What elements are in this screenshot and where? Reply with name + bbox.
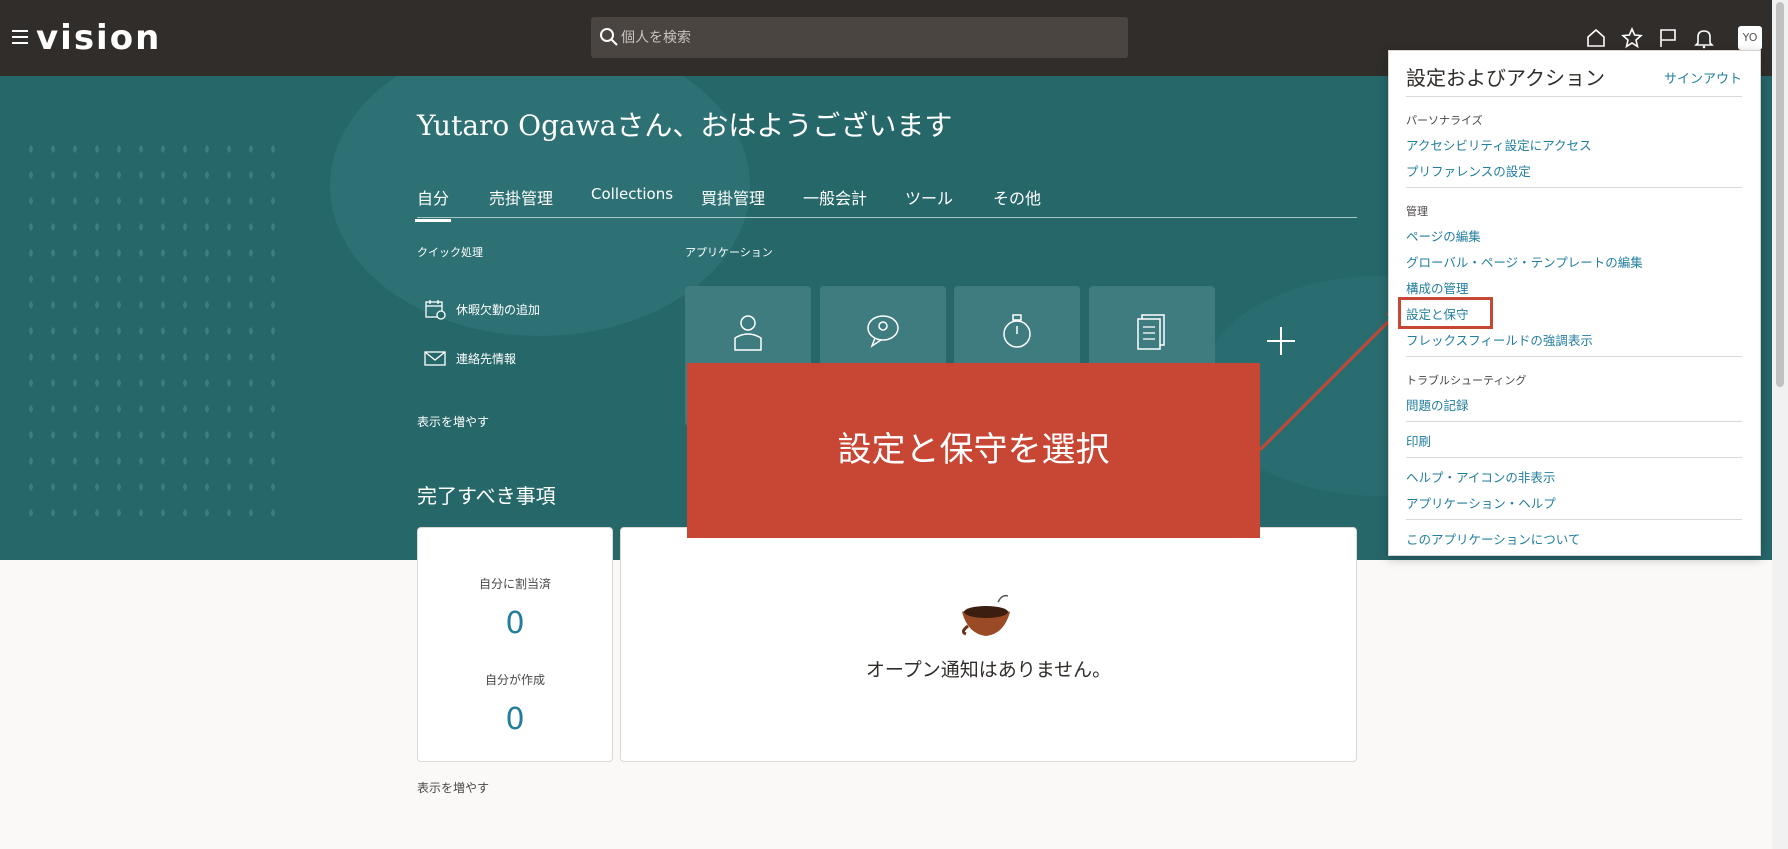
greeting-name: Yutaro Ogawa (417, 109, 617, 142)
quick-action-label: 休暇欠勤の追加 (456, 302, 541, 317)
link-highlight-flexfields[interactable]: フレックスフィールドの強調表示 (1406, 330, 1593, 349)
add-app-plus-icon[interactable] (1266, 326, 1296, 356)
search-bar[interactable] (591, 17, 1128, 58)
page-scrollbar[interactable] (1772, 0, 1788, 849)
no-notifications-text: オープン通知はありません。 (865, 659, 1112, 681)
assigned-count[interactable]: 0 (418, 606, 612, 641)
assigned-label: 自分に割当済 (478, 577, 551, 591)
todo-count-card: 自分に割当済 0 自分が作成 0 (417, 527, 613, 762)
bell-icon[interactable] (1693, 27, 1715, 49)
link-edit-page[interactable]: ページの編集 (1406, 226, 1481, 245)
user-avatar[interactable]: YO (1738, 26, 1762, 50)
document-icon (1137, 314, 1165, 350)
troubleshoot-section-label: トラブルシューティング (1406, 374, 1527, 387)
personalize-section-label: パーソナライズ (1406, 114, 1483, 127)
page-greeting: Yutaro Ogawaさん、おはようございます (417, 104, 952, 144)
stopwatch-icon (1003, 314, 1031, 348)
link-accessibility[interactable]: アクセシビリティ設定にアクセス (1406, 135, 1592, 154)
search-icon (600, 28, 618, 46)
home-icon[interactable] (1585, 27, 1607, 49)
quick-actions-show-more[interactable]: 表示を増やす (417, 413, 489, 430)
admin-section-label: 管理 (1406, 205, 1428, 218)
link-about-application[interactable]: このアプリケーションについて (1406, 529, 1580, 548)
chat-icon (867, 315, 899, 348)
link-record-issue[interactable]: 問題の記録 (1406, 395, 1469, 414)
link-application-help[interactable]: アプリケーション・ヘルプ (1406, 493, 1556, 512)
envelope-icon (424, 351, 446, 366)
setup-maintenance-highlight (1398, 297, 1493, 329)
link-hide-help-icons[interactable]: ヘルプ・アイコンの非表示 (1406, 467, 1555, 486)
link-print[interactable]: 印刷 (1406, 431, 1431, 450)
vision-logo[interactable]: vision (36, 18, 161, 58)
scrollbar-thumb[interactable] (1776, 2, 1784, 387)
instruction-callout: 設定と保守を選択 (687, 363, 1260, 538)
notifications-card (620, 527, 1357, 762)
created-label: 自分が作成 (484, 673, 545, 687)
greeting-suffix: さん、おはようございます (616, 109, 953, 142)
tab-collections[interactable]: Collections (591, 185, 673, 203)
link-edit-global-template[interactable]: グローバル・ページ・テンプレートの編集 (1406, 252, 1643, 271)
signout-link[interactable]: サインアウト (1664, 68, 1742, 87)
calendar-icon (425, 300, 446, 320)
tab-tools[interactable]: ツール (905, 185, 953, 209)
link-preferences[interactable]: プリファレンスの設定 (1406, 161, 1531, 180)
star-icon[interactable] (1621, 27, 1643, 49)
tab-me[interactable]: 自分 (414, 185, 452, 222)
panel-title: 設定およびアクション (1406, 66, 1605, 90)
todo-title: 完了すべき事項 (417, 484, 556, 508)
quick-actions-label: クイック処理 (417, 246, 483, 259)
person-icon (734, 315, 762, 351)
hamburger-menu-icon[interactable] (12, 30, 28, 44)
link-manage-configuration[interactable]: 構成の管理 (1406, 278, 1469, 297)
tab-payables[interactable]: 買掛管理 (701, 185, 765, 209)
created-count[interactable]: 0 (418, 702, 612, 737)
quick-action-label: 連絡先情報 (456, 351, 517, 366)
flag-icon[interactable] (1657, 27, 1679, 49)
tab-bar: 自分 売掛管理 Collections 買掛管理 一般会計 ツール その他 (414, 180, 1357, 222)
tab-general-ledger[interactable]: 一般会計 (803, 185, 867, 209)
tab-receivables[interactable]: 売掛管理 (489, 185, 553, 209)
applications-label: アプリケーション (685, 246, 773, 259)
quick-action-contact[interactable]: 連絡先情報 (424, 347, 516, 369)
empty-nest-icon (961, 594, 1010, 636)
quick-action-absence[interactable]: 休暇欠勤の追加 (424, 298, 540, 320)
search-input[interactable] (621, 17, 1121, 58)
todo-show-more[interactable]: 表示を増やす (417, 779, 489, 796)
tab-others[interactable]: その他 (993, 185, 1041, 209)
